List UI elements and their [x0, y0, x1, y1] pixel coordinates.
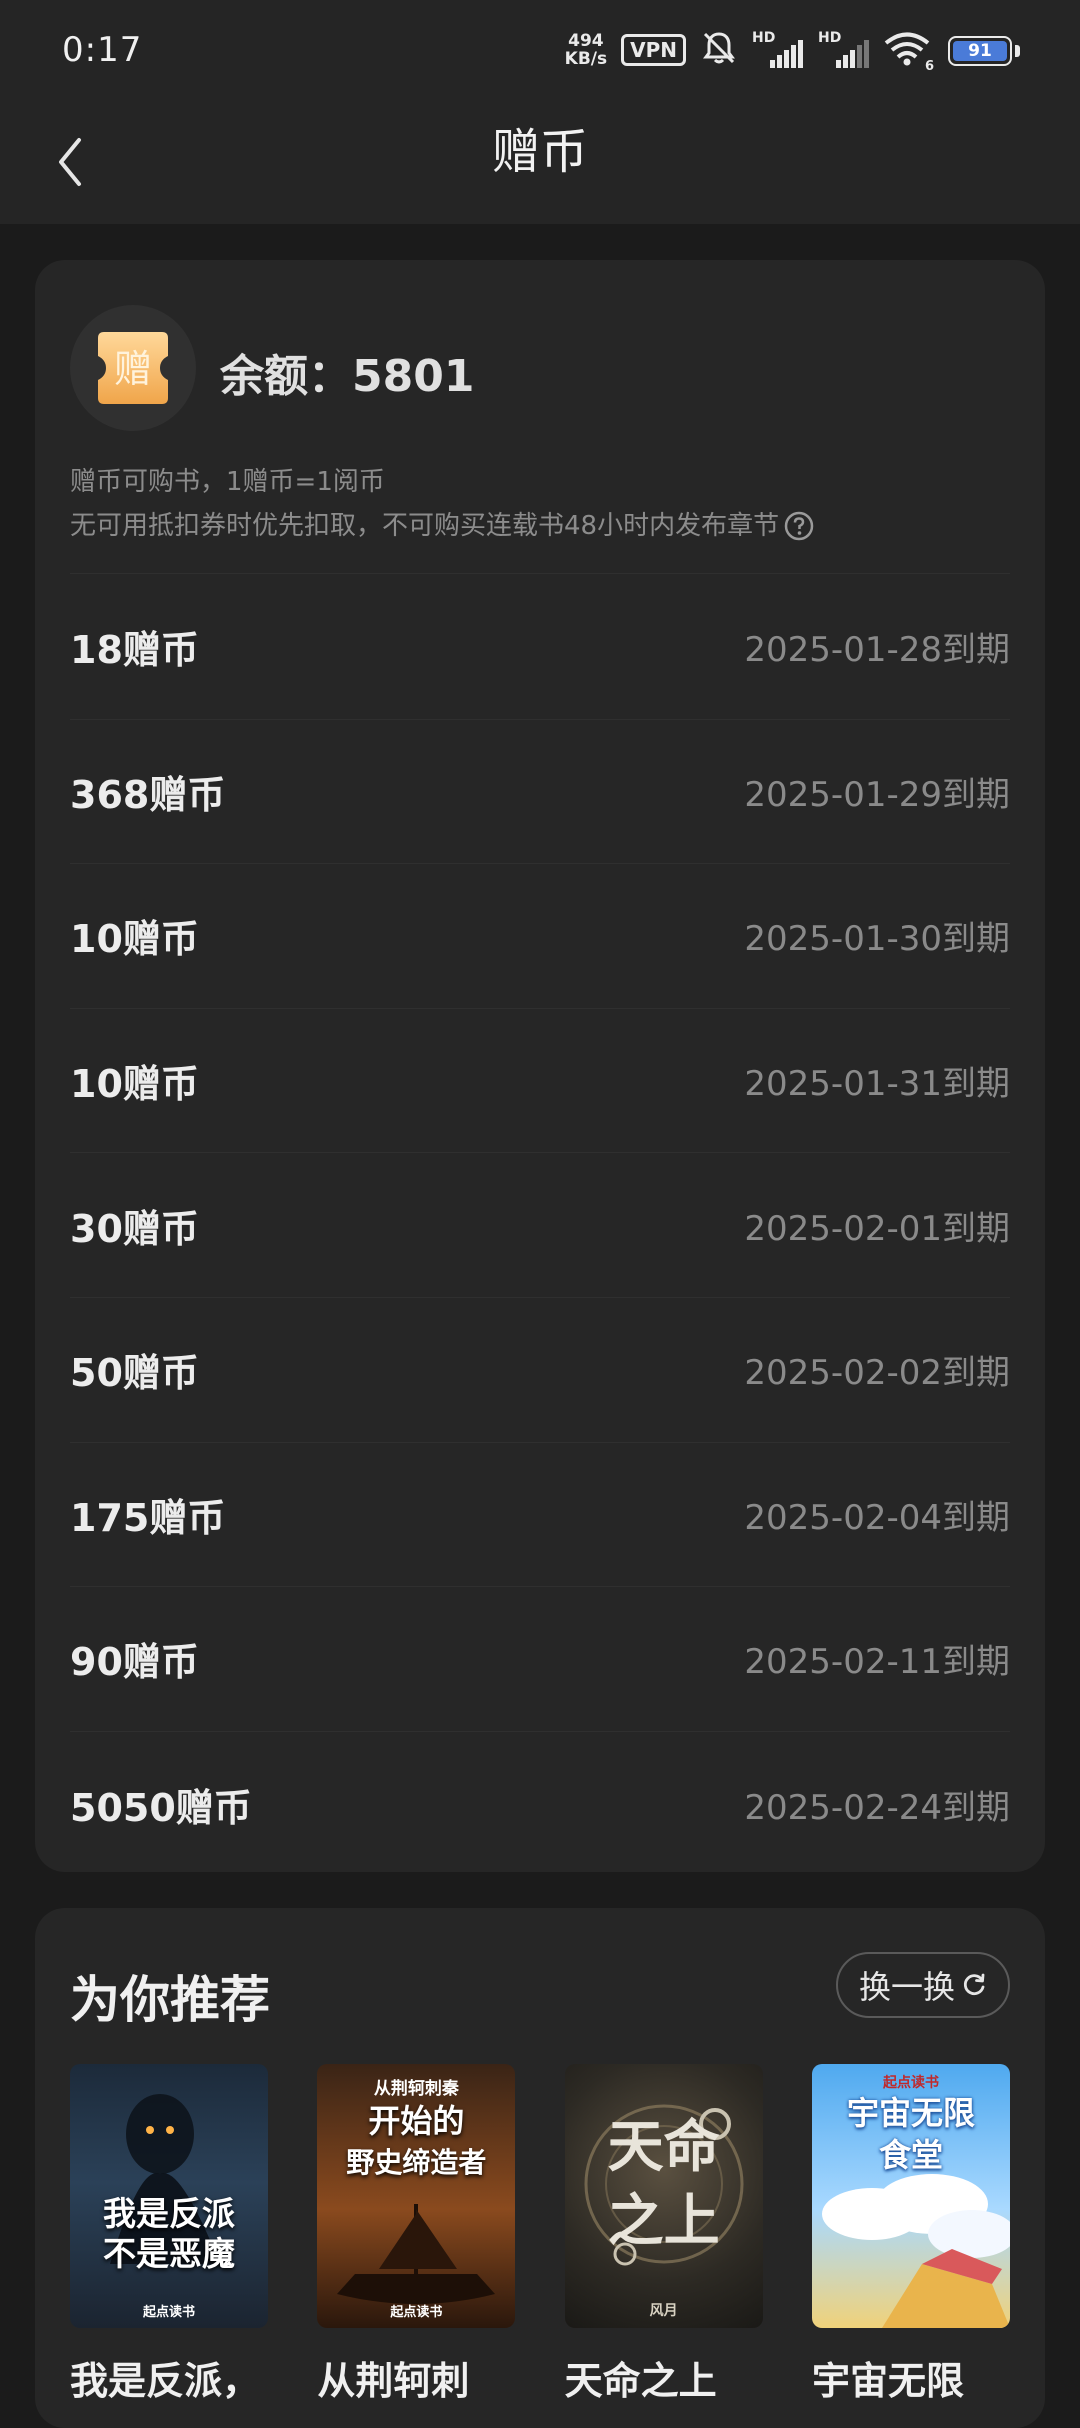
coin-expiry: 2025-02-24到期	[744, 1787, 1010, 1828]
help-icon[interactable]	[783, 510, 815, 542]
coin-expiry: 2025-02-04到期	[744, 1497, 1010, 1538]
coin-amount: 50赠币	[70, 1351, 199, 1396]
balance-card: 赠 余额：5801 赠币可购书，1赠币=1阅币 无可用抵扣券时优先扣取，不可购买…	[35, 260, 1045, 1872]
coin-expiry: 2025-02-01到期	[744, 1208, 1010, 1249]
book-title[interactable]: 我是反派，	[70, 2350, 268, 2405]
book-cover[interactable]: 我是反派 不是恶魔 起点读书	[70, 2064, 268, 2328]
cover-art-clouds	[821, 2174, 1010, 2328]
cover-author: 风月	[649, 2303, 678, 2319]
note-line-2-text: 无可用抵扣券时优先扣取，不可购买连载书48小时内发布章节	[70, 511, 780, 541]
coin-amount: 175赠币	[70, 1495, 226, 1540]
book-item[interactable]: 天命 之上 风月 天命之上	[564, 2064, 763, 2405]
gift-coin-row: 50赠币 2025-02-02到期	[70, 1298, 1010, 1443]
coin-amount: 10赠币	[70, 1062, 199, 1107]
cover-art-ship	[337, 2204, 496, 2304]
bell-muted-icon	[700, 29, 738, 71]
coin-amount: 18赠币	[70, 628, 199, 673]
gift-coin-notes: 赠币可购书，1赠币=1阅币 无可用抵扣券时优先扣取，不可购买连载书48小时内发布…	[70, 460, 1010, 548]
refresh-button[interactable]: 换一换	[836, 1952, 1010, 2018]
book-title[interactable]: 天命之上	[565, 2350, 763, 2405]
gift-coin-row: 5050赠币 2025-02-24到期	[70, 1732, 1010, 1877]
gift-coin-row: 90赠币 2025-02-11到期	[70, 1587, 1010, 1732]
battery-level: 91	[968, 41, 992, 61]
battery-icon: 91	[948, 32, 1020, 68]
gift-coin-row: 30赠币 2025-02-01到期	[70, 1153, 1010, 1298]
gift-coin-avatar: 赠	[70, 305, 196, 431]
coin-amount: 30赠币	[70, 1206, 199, 1251]
book-item[interactable]: 从荆轲刺秦 开始的 野史缔造者 起点读书 从荆轲刺	[317, 2064, 516, 2405]
net-speed-value: 494	[568, 31, 604, 51]
status-icons: 494 KB/s VPN HD HD 6 91	[565, 29, 1020, 74]
status-time: 0:17	[62, 30, 143, 70]
note-line-2: 无可用抵扣券时优先扣取，不可购买连载书48小时内发布章节	[70, 504, 1010, 548]
coin-amount: 368赠币	[70, 772, 226, 817]
note-line-1: 赠币可购书，1赠币=1阅币	[70, 467, 385, 497]
status-bar: 0:17 494 KB/s VPN HD HD 6 91	[0, 0, 1080, 100]
cover-brand: 起点读书	[142, 2305, 195, 2320]
coin-expiry: 2025-02-02到期	[744, 1353, 1010, 1394]
book-cover[interactable]: 从荆轲刺秦 开始的 野史缔造者 起点读书	[317, 2064, 516, 2328]
network-speed: 494 KB/s	[565, 32, 607, 68]
page-title: 赠币	[491, 124, 588, 180]
coin-expiry: 2025-01-31到期	[744, 1064, 1010, 1105]
gift-coin-row: 175赠币 2025-02-04到期	[70, 1443, 1010, 1588]
cover-brand: 起点读书	[390, 2305, 443, 2320]
nav-bar: 赠币	[0, 100, 1080, 224]
gift-coin-row: 10赠币 2025-01-30到期	[70, 864, 1010, 1009]
coin-expiry: 2025-02-11到期	[744, 1642, 1010, 1683]
coin-amount: 90赠币	[70, 1640, 199, 1685]
refresh-label: 换一换	[858, 1968, 955, 2006]
wifi-sub-label: 6	[924, 59, 934, 74]
book-title[interactable]: 宇宙无限	[812, 2350, 1010, 2405]
coin-amount: 5050赠币	[70, 1785, 252, 1830]
wifi-icon: 6	[884, 32, 934, 74]
refresh-icon	[963, 1973, 985, 1996]
book-cover[interactable]: 起点读书 宇宙无限 食堂	[811, 2064, 1010, 2328]
coin-expiry: 2025-01-29到期	[744, 774, 1010, 815]
book-title[interactable]: 从荆轲刺	[317, 2350, 515, 2405]
signal-1-icon: HD	[752, 30, 804, 68]
gift-coin-row: 10赠币 2025-01-31到期	[70, 1009, 1010, 1154]
book-cover[interactable]: 天命 之上 风月	[564, 2064, 763, 2328]
coin-amount: 10赠币	[70, 917, 199, 962]
recommend-title: 为你推荐	[70, 1971, 270, 2029]
balance-amount: 余额：5801	[220, 351, 475, 402]
gift-coin-row: 368赠币 2025-01-29到期	[70, 720, 1010, 865]
gift-coin-list: 18赠币 2025-01-28到期 368赠币 2025-01-29到期 10赠…	[70, 575, 1010, 1876]
gift-coin-row: 18赠币 2025-01-28到期	[70, 575, 1010, 720]
signal-2-icon: HD	[818, 30, 870, 68]
gift-coin-char: 赠	[114, 347, 152, 391]
cover-line-2: 之上	[607, 2188, 720, 2254]
cover-line-1: 天命	[607, 2114, 720, 2180]
cover-line-1: 我是反派	[103, 2194, 235, 2233]
coin-expiry: 2025-01-28到期	[744, 630, 1010, 671]
cover-line-2: 不是恶魔	[103, 2234, 235, 2273]
book-item[interactable]: 起点读书 宇宙无限 食堂 宇宙无限	[811, 2064, 1010, 2405]
book-list: 我是反派 不是恶魔 起点读书 我是反派， 从荆轲刺秦 开始的 野史缔造者 起点读…	[70, 2064, 1010, 2405]
book-item[interactable]: 我是反派 不是恶魔 起点读书 我是反派，	[70, 2064, 268, 2405]
coin-expiry: 2025-01-30到期	[744, 919, 1010, 960]
net-speed-unit: KB/s	[564, 49, 608, 69]
vpn-icon: VPN	[621, 34, 686, 66]
gift-coin-icon: 赠	[98, 332, 168, 404]
divider	[70, 573, 1010, 574]
recommend-card: 为你推荐 换一换 我是反派 不是恶魔 起点读书 我是反派， 从荆轲刺秦 开始的 …	[35, 1908, 1045, 2428]
